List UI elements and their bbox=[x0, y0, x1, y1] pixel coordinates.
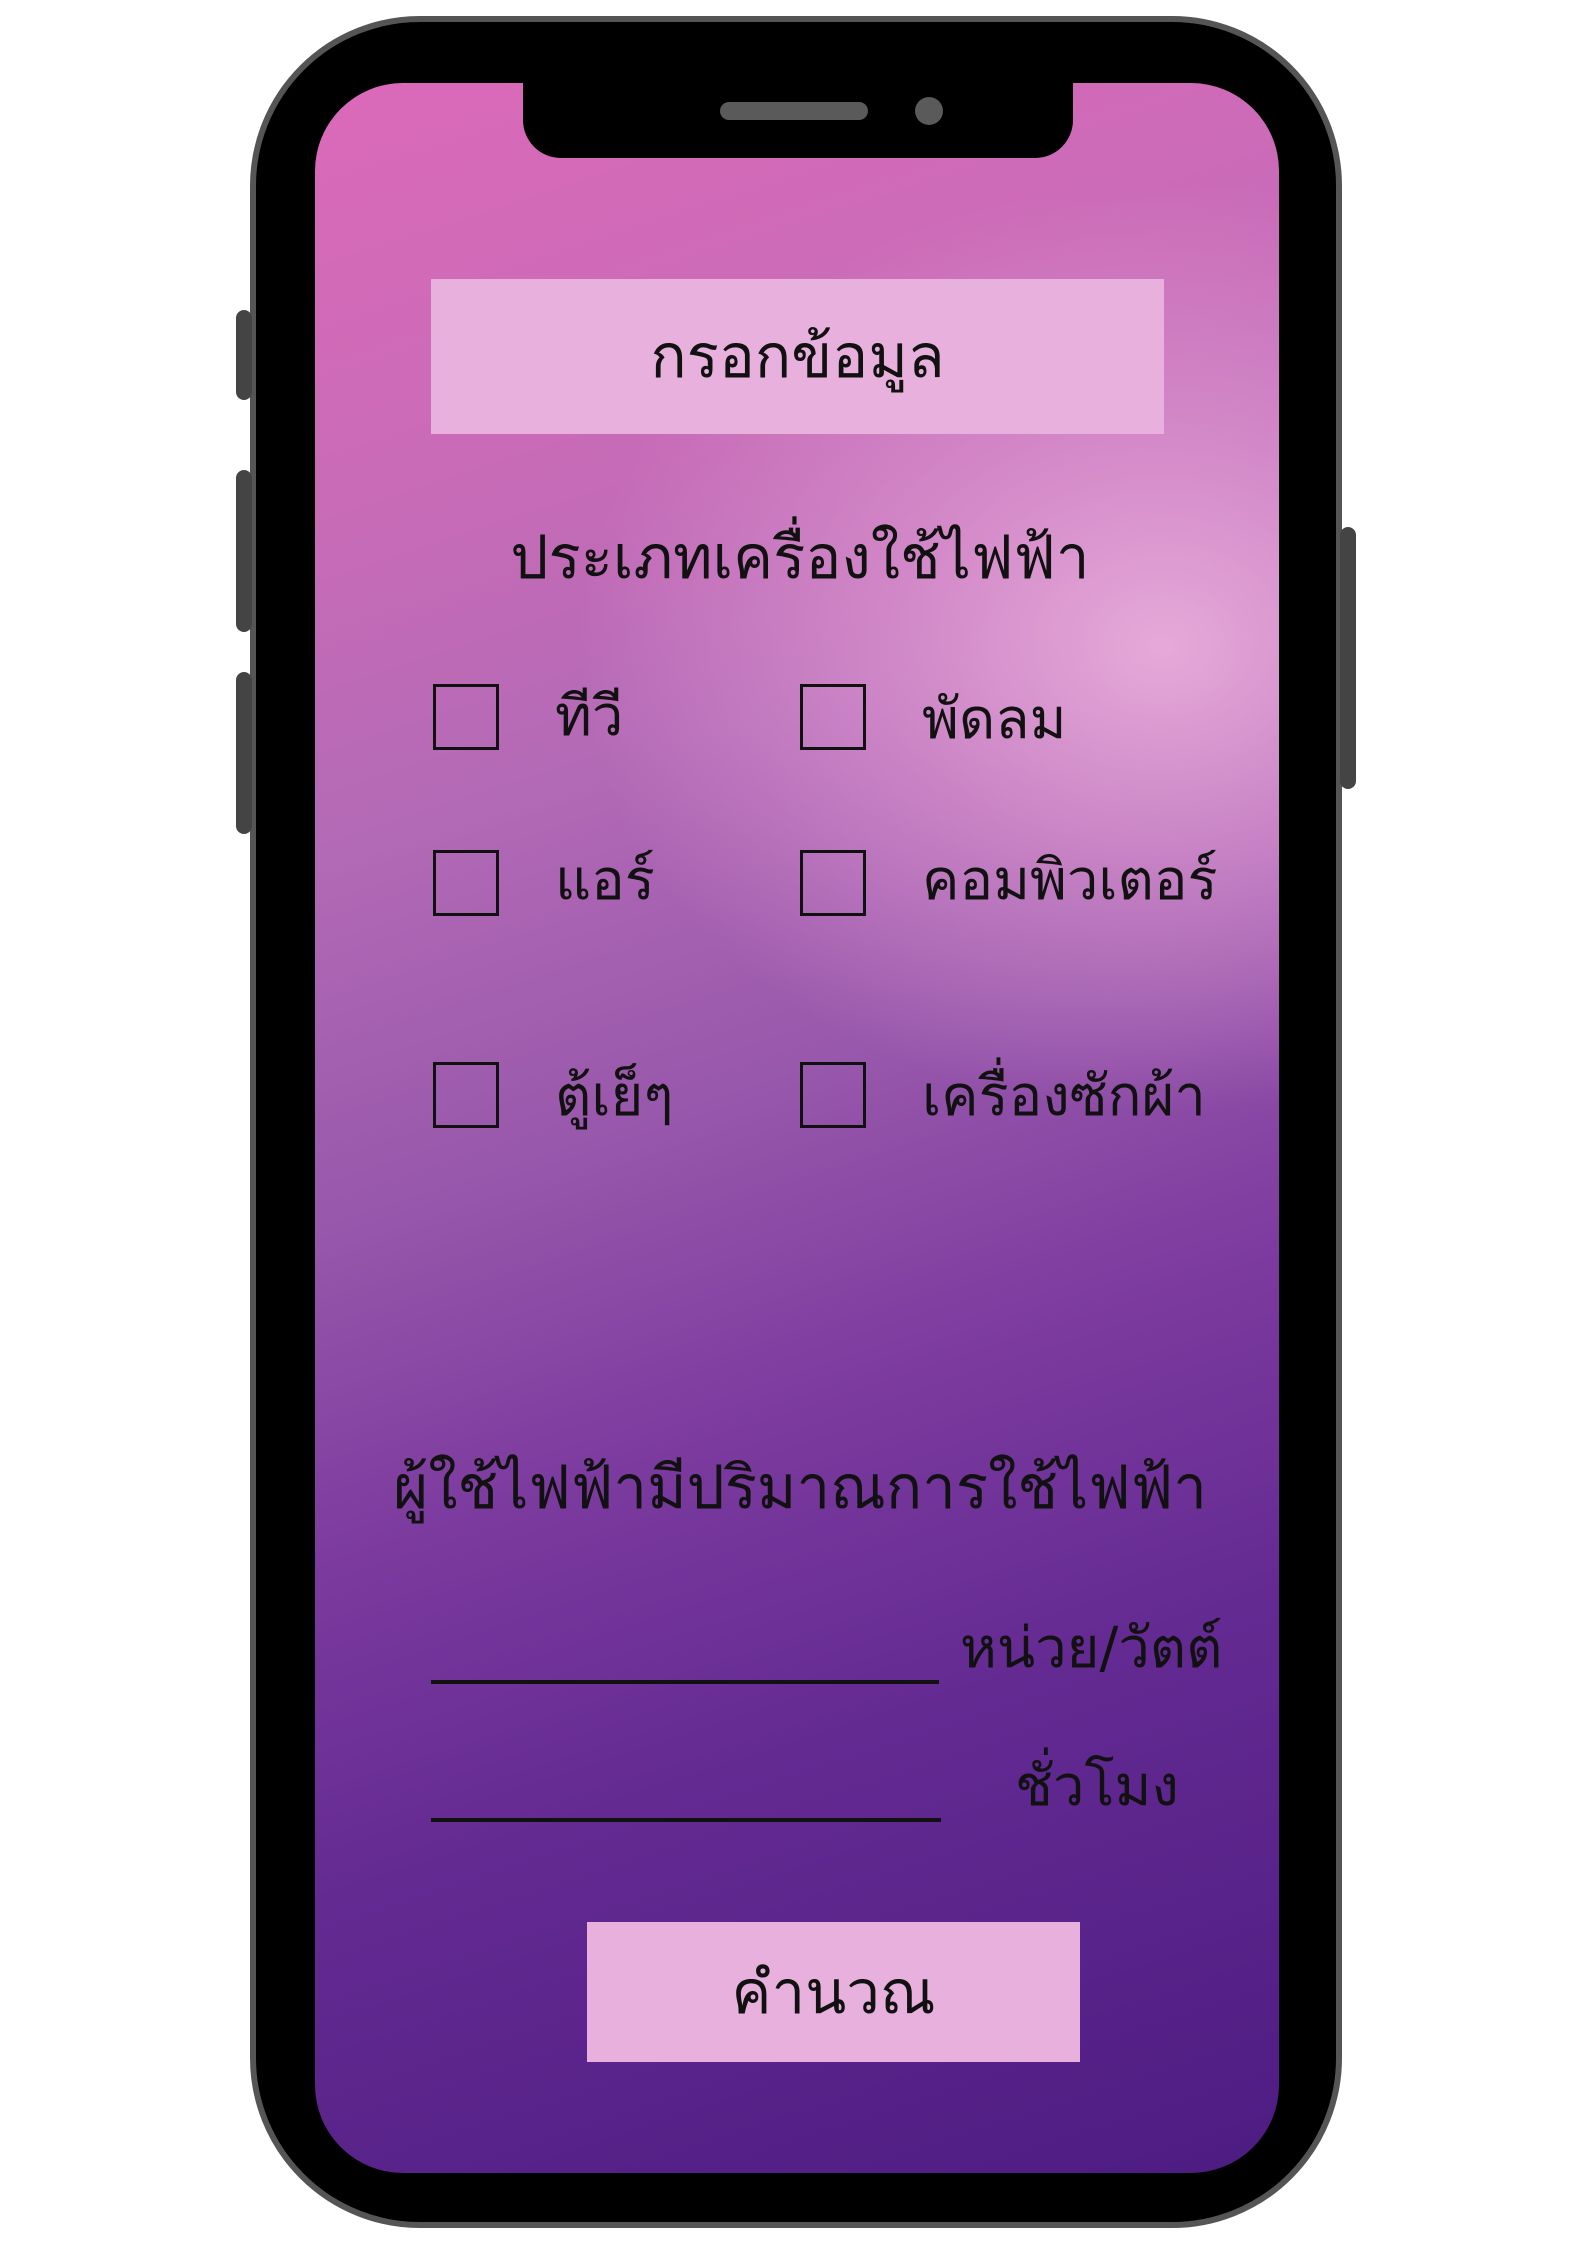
calculate-button[interactable]: คำนวณ bbox=[587, 1922, 1080, 2062]
watt-unit-label: หน่วย/วัตต์ bbox=[960, 1616, 1223, 1681]
checkbox-tv[interactable] bbox=[433, 684, 499, 750]
checkbox-fan[interactable] bbox=[800, 684, 866, 750]
front-camera bbox=[915, 97, 943, 125]
watt-input[interactable] bbox=[431, 1680, 939, 1684]
checkbox-refrigerator[interactable] bbox=[433, 1062, 499, 1128]
appliance-heading: ประเภทเครื่องใช้ไฟฟ้า bbox=[510, 523, 1090, 593]
checkbox-label-fan: พัดลม bbox=[922, 687, 1067, 752]
form-title: กรอกข้อมูล bbox=[431, 279, 1164, 434]
checkbox-washing-machine[interactable] bbox=[800, 1062, 866, 1128]
power-button bbox=[1340, 527, 1356, 789]
volume-up-button bbox=[236, 470, 252, 632]
checkbox-label-tv: ทีวี bbox=[555, 684, 624, 749]
hours-input[interactable] bbox=[431, 1818, 941, 1822]
calculate-button-label: คำนวณ bbox=[731, 1957, 936, 2028]
checkbox-computer[interactable] bbox=[800, 850, 866, 916]
checkbox-label-refrigerator: ตู้เย็ๆ bbox=[555, 1064, 674, 1129]
speaker-grille bbox=[720, 102, 868, 120]
checkbox-label-computer: คอมพิวเตอร์ bbox=[922, 848, 1218, 913]
form-title-text: กรอกข้อมูล bbox=[650, 322, 945, 392]
checkbox-air-conditioner[interactable] bbox=[433, 850, 499, 916]
volume-down-button bbox=[236, 672, 252, 834]
usage-heading: ผู้ใช้ไฟฟ้ามีปริมาณการใช้ไฟฟ้า bbox=[393, 1453, 1207, 1523]
checkbox-label-washing-machine: เครื่องซักผ้า bbox=[922, 1064, 1206, 1129]
silent-switch bbox=[236, 310, 252, 400]
hours-unit-label: ชั่วโมง bbox=[1015, 1754, 1179, 1819]
checkbox-label-air-conditioner: แอร์ bbox=[555, 848, 655, 913]
